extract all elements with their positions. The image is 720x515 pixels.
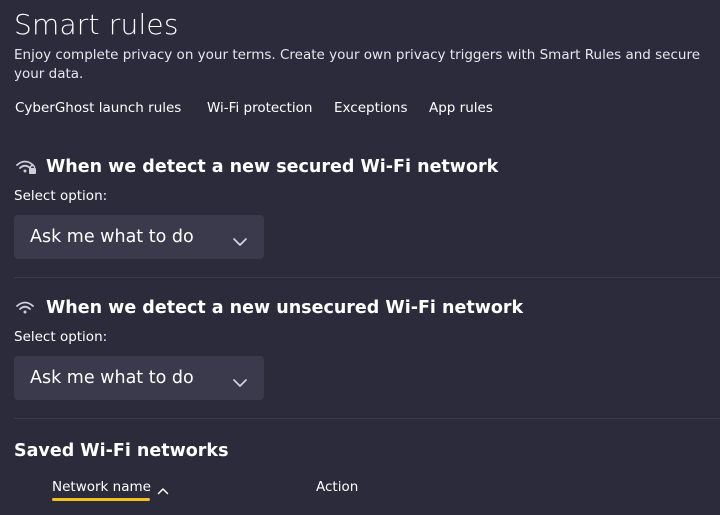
page-description: Enjoy complete privacy on your terms. Cr… — [14, 47, 701, 82]
tab-app-rules[interactable]: App rules — [429, 100, 493, 116]
section-divider — [14, 277, 720, 278]
chevron-down-icon — [232, 373, 248, 387]
section-divider — [14, 418, 720, 419]
sort-active-underline — [52, 498, 150, 501]
tab-wifi-protection[interactable]: Wi-Fi protection — [207, 100, 312, 116]
secured-wifi-header: When we detect a new secured Wi-Fi netwo… — [14, 157, 498, 177]
saved-networks-title: Saved Wi-Fi networks — [14, 441, 229, 461]
column-header-action[interactable]: Action — [316, 479, 358, 495]
sort-ascending-icon — [157, 483, 169, 495]
secured-wifi-icon — [14, 158, 38, 176]
secured-wifi-title: When we detect a new secured Wi-Fi netwo… — [46, 157, 499, 177]
smart-rules-page: Smart rules Enjoy complete privacy on yo… — [0, 0, 720, 515]
network-name-sort-link[interactable]: Network name — [52, 479, 169, 501]
column-header-network-name[interactable]: Network name — [52, 479, 169, 501]
secured-select-label: Select option: — [14, 188, 108, 204]
unsecured-wifi-dropdown[interactable]: Ask me what to do — [14, 356, 264, 400]
unsecured-select-label: Select option: — [14, 329, 108, 345]
secured-dropdown-value: Ask me what to do — [30, 227, 194, 247]
unsecured-wifi-title: When we detect a new unsecured Wi-Fi net… — [46, 298, 524, 318]
secured-wifi-dropdown[interactable]: Ask me what to do — [14, 215, 264, 259]
network-name-label: Network name — [52, 479, 151, 495]
tab-bar: CyberGhost launch rules Wi-Fi protection… — [0, 100, 720, 120]
unsecured-dropdown-value: Ask me what to do — [30, 368, 194, 388]
chevron-down-icon — [232, 232, 248, 246]
tab-exceptions[interactable]: Exceptions — [334, 100, 407, 116]
page-title: Smart rules — [14, 8, 179, 41]
unsecured-wifi-header: When we detect a new unsecured Wi-Fi net… — [14, 298, 523, 318]
wifi-icon — [14, 299, 38, 317]
tab-launch-rules[interactable]: CyberGhost launch rules — [15, 100, 181, 116]
